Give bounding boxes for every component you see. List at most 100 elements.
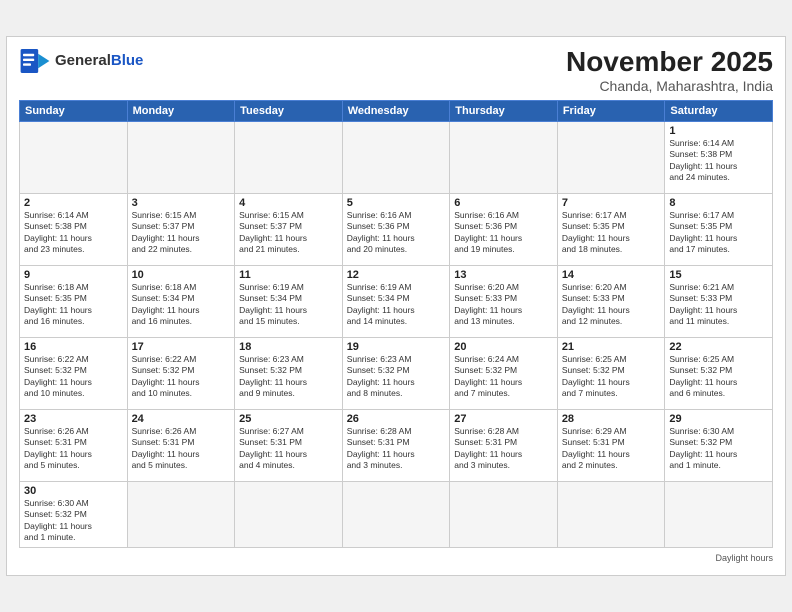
day-number: 7 — [562, 197, 661, 209]
calendar-cell: 7Sunrise: 6:17 AMSunset: 5:35 PMDaylight… — [557, 193, 665, 265]
logo-icon — [19, 47, 51, 75]
weekday-header-thursday: Thursday — [450, 100, 558, 121]
day-number: 21 — [562, 341, 661, 353]
calendar-week-row: 2Sunrise: 6:14 AMSunset: 5:38 PMDaylight… — [20, 193, 773, 265]
day-info: Sunrise: 6:16 AMSunset: 5:36 PMDaylight:… — [347, 210, 446, 256]
calendar-week-row: 1Sunrise: 6:14 AMSunset: 5:38 PMDaylight… — [20, 121, 773, 193]
day-info: Sunrise: 6:16 AMSunset: 5:36 PMDaylight:… — [454, 210, 553, 256]
weekday-header-monday: Monday — [127, 100, 235, 121]
header: GeneralBlue November 2025 Chanda, Mahara… — [19, 47, 773, 94]
day-info: Sunrise: 6:27 AMSunset: 5:31 PMDaylight:… — [239, 426, 338, 472]
day-info: Sunrise: 6:21 AMSunset: 5:33 PMDaylight:… — [669, 282, 768, 328]
day-number: 9 — [24, 269, 123, 281]
calendar-cell: 13Sunrise: 6:20 AMSunset: 5:33 PMDayligh… — [450, 265, 558, 337]
day-number: 10 — [132, 269, 231, 281]
day-info: Sunrise: 6:18 AMSunset: 5:34 PMDaylight:… — [132, 282, 231, 328]
calendar-cell: 6Sunrise: 6:16 AMSunset: 5:36 PMDaylight… — [450, 193, 558, 265]
day-info: Sunrise: 6:23 AMSunset: 5:32 PMDaylight:… — [347, 354, 446, 400]
day-number: 2 — [24, 197, 123, 209]
day-info: Sunrise: 6:30 AMSunset: 5:32 PMDaylight:… — [24, 498, 123, 544]
day-info: Sunrise: 6:15 AMSunset: 5:37 PMDaylight:… — [239, 210, 338, 256]
calendar-cell — [557, 481, 665, 547]
day-info: Sunrise: 6:23 AMSunset: 5:32 PMDaylight:… — [239, 354, 338, 400]
calendar-cell — [450, 481, 558, 547]
calendar-cell: 8Sunrise: 6:17 AMSunset: 5:35 PMDaylight… — [665, 193, 773, 265]
calendar-cell: 3Sunrise: 6:15 AMSunset: 5:37 PMDaylight… — [127, 193, 235, 265]
calendar-cell: 22Sunrise: 6:25 AMSunset: 5:32 PMDayligh… — [665, 337, 773, 409]
calendar-cell: 25Sunrise: 6:27 AMSunset: 5:31 PMDayligh… — [235, 409, 343, 481]
day-number: 11 — [239, 269, 338, 281]
weekday-header-saturday: Saturday — [665, 100, 773, 121]
logo-blue-text: Blue — [111, 52, 144, 69]
weekday-header-friday: Friday — [557, 100, 665, 121]
day-number: 20 — [454, 341, 553, 353]
day-info: Sunrise: 6:24 AMSunset: 5:32 PMDaylight:… — [454, 354, 553, 400]
title-block: November 2025 Chanda, Maharashtra, India — [566, 47, 773, 94]
logo-text: GeneralBlue — [55, 52, 143, 70]
calendar-cell: 26Sunrise: 6:28 AMSunset: 5:31 PMDayligh… — [342, 409, 450, 481]
day-info: Sunrise: 6:19 AMSunset: 5:34 PMDaylight:… — [347, 282, 446, 328]
day-info: Sunrise: 6:19 AMSunset: 5:34 PMDaylight:… — [239, 282, 338, 328]
logo: GeneralBlue — [19, 47, 143, 75]
calendar-cell: 2Sunrise: 6:14 AMSunset: 5:38 PMDaylight… — [20, 193, 128, 265]
day-number: 17 — [132, 341, 231, 353]
day-info: Sunrise: 6:22 AMSunset: 5:32 PMDaylight:… — [24, 354, 123, 400]
day-info: Sunrise: 6:25 AMSunset: 5:32 PMDaylight:… — [562, 354, 661, 400]
calendar-cell — [127, 481, 235, 547]
day-number: 28 — [562, 413, 661, 425]
day-number: 24 — [132, 413, 231, 425]
day-number: 4 — [239, 197, 338, 209]
day-info: Sunrise: 6:26 AMSunset: 5:31 PMDaylight:… — [24, 426, 123, 472]
calendar-cell: 20Sunrise: 6:24 AMSunset: 5:32 PMDayligh… — [450, 337, 558, 409]
calendar-week-row: 30Sunrise: 6:30 AMSunset: 5:32 PMDayligh… — [20, 481, 773, 547]
calendar-cell: 28Sunrise: 6:29 AMSunset: 5:31 PMDayligh… — [557, 409, 665, 481]
day-info: Sunrise: 6:25 AMSunset: 5:32 PMDaylight:… — [669, 354, 768, 400]
calendar-cell: 10Sunrise: 6:18 AMSunset: 5:34 PMDayligh… — [127, 265, 235, 337]
calendar-cell — [450, 121, 558, 193]
calendar-cell: 9Sunrise: 6:18 AMSunset: 5:35 PMDaylight… — [20, 265, 128, 337]
weekday-header-wednesday: Wednesday — [342, 100, 450, 121]
calendar-cell: 24Sunrise: 6:26 AMSunset: 5:31 PMDayligh… — [127, 409, 235, 481]
calendar-cell: 4Sunrise: 6:15 AMSunset: 5:37 PMDaylight… — [235, 193, 343, 265]
day-number: 6 — [454, 197, 553, 209]
day-number: 19 — [347, 341, 446, 353]
logo-general: General — [55, 52, 111, 69]
calendar-cell — [235, 481, 343, 547]
day-info: Sunrise: 6:18 AMSunset: 5:35 PMDaylight:… — [24, 282, 123, 328]
day-info: Sunrise: 6:15 AMSunset: 5:37 PMDaylight:… — [132, 210, 231, 256]
day-number: 30 — [24, 485, 123, 497]
day-info: Sunrise: 6:14 AMSunset: 5:38 PMDaylight:… — [669, 138, 768, 184]
calendar-cell: 19Sunrise: 6:23 AMSunset: 5:32 PMDayligh… — [342, 337, 450, 409]
calendar-cell — [20, 121, 128, 193]
day-info: Sunrise: 6:30 AMSunset: 5:32 PMDaylight:… — [669, 426, 768, 472]
calendar-cell — [127, 121, 235, 193]
day-number: 25 — [239, 413, 338, 425]
day-info: Sunrise: 6:28 AMSunset: 5:31 PMDaylight:… — [454, 426, 553, 472]
calendar-week-row: 9Sunrise: 6:18 AMSunset: 5:35 PMDaylight… — [20, 265, 773, 337]
day-number: 26 — [347, 413, 446, 425]
calendar-container: GeneralBlue November 2025 Chanda, Mahara… — [6, 36, 786, 576]
day-info: Sunrise: 6:17 AMSunset: 5:35 PMDaylight:… — [669, 210, 768, 256]
calendar-cell: 23Sunrise: 6:26 AMSunset: 5:31 PMDayligh… — [20, 409, 128, 481]
calendar-cell — [665, 481, 773, 547]
legend: Daylight hours — [19, 553, 773, 563]
calendar-cell: 29Sunrise: 6:30 AMSunset: 5:32 PMDayligh… — [665, 409, 773, 481]
day-number: 22 — [669, 341, 768, 353]
day-info: Sunrise: 6:22 AMSunset: 5:32 PMDaylight:… — [132, 354, 231, 400]
day-number: 1 — [669, 125, 768, 137]
day-info: Sunrise: 6:28 AMSunset: 5:31 PMDaylight:… — [347, 426, 446, 472]
calendar-cell: 1Sunrise: 6:14 AMSunset: 5:38 PMDaylight… — [665, 121, 773, 193]
weekday-header-sunday: Sunday — [20, 100, 128, 121]
calendar-cell: 16Sunrise: 6:22 AMSunset: 5:32 PMDayligh… — [20, 337, 128, 409]
calendar-cell — [235, 121, 343, 193]
location-subtitle: Chanda, Maharashtra, India — [566, 78, 773, 94]
day-number: 27 — [454, 413, 553, 425]
month-title: November 2025 — [566, 47, 773, 78]
day-number: 14 — [562, 269, 661, 281]
day-number: 12 — [347, 269, 446, 281]
day-info: Sunrise: 6:20 AMSunset: 5:33 PMDaylight:… — [454, 282, 553, 328]
day-info: Sunrise: 6:29 AMSunset: 5:31 PMDaylight:… — [562, 426, 661, 472]
calendar-cell: 15Sunrise: 6:21 AMSunset: 5:33 PMDayligh… — [665, 265, 773, 337]
day-number: 29 — [669, 413, 768, 425]
day-number: 13 — [454, 269, 553, 281]
